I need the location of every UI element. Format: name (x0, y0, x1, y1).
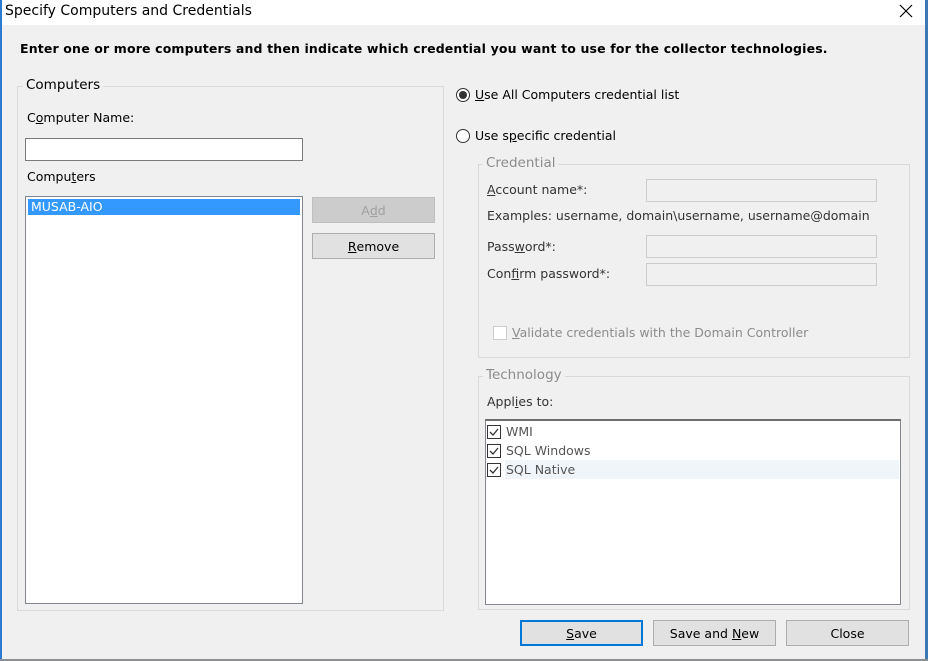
validate-credentials-label: Validate credentials with the Domain Con… (512, 325, 808, 340)
validate-credentials-checkbox[interactable]: Validate credentials with the Domain Con… (493, 325, 808, 340)
computers-list-label: Computers (27, 169, 96, 184)
label-part: Use s (475, 128, 509, 143)
add-button[interactable]: Add (312, 197, 435, 223)
credential-group-label: Credential (483, 155, 559, 171)
label-part: ave (574, 625, 597, 641)
password-label: Password*: (487, 239, 556, 254)
radio-use-specific-label: Use specific credential (475, 128, 616, 143)
window-border-left (0, 0, 2, 661)
close-button[interactable]: Close (786, 620, 909, 646)
radio-use-all-label: Use All Computers credential list (475, 87, 679, 102)
confirm-password-label: Confirm password*: (487, 266, 610, 281)
computer-list-item[interactable]: MUSAB-AIO (28, 199, 300, 215)
access-key: S (566, 625, 575, 641)
label-part: irm password*: (519, 266, 611, 281)
window-title: Specify Computers and Credentials (5, 3, 252, 19)
computer-name-label: Computer Name: (27, 110, 134, 125)
access-key: p (508, 128, 517, 143)
computers-list[interactable]: MUSAB-AIO (25, 196, 303, 604)
label-part: ers (76, 169, 96, 184)
access-key: N (731, 625, 742, 641)
password-input[interactable] (646, 235, 877, 258)
save-and-new-button[interactable]: Save and New (653, 620, 776, 646)
computer-name-input[interactable] (25, 138, 303, 161)
access-key: V (512, 325, 520, 340)
technology-item-sql-native[interactable]: SQL Native (487, 460, 899, 479)
label-part: d (377, 202, 386, 218)
label-part: ccount name*: (495, 182, 588, 197)
access-key: U (475, 87, 485, 102)
label-part: se All Computers credential list (484, 87, 680, 102)
radio-unselected-icon[interactable] (456, 128, 470, 143)
radio-selected-icon[interactable] (456, 87, 470, 102)
label-part: C (27, 110, 36, 125)
save-button[interactable]: Save (520, 620, 643, 646)
label-part: emove (356, 238, 400, 254)
label-part: Appl (487, 394, 515, 409)
account-name-label: Account name*: (487, 182, 587, 197)
technology-item-label: WMI (506, 424, 533, 439)
technology-item-label: SQL Native (506, 462, 576, 477)
technology-item-wmi[interactable]: WMI (487, 422, 899, 441)
label-part: Con (487, 266, 512, 281)
label-part: Pass (487, 239, 515, 254)
computers-group-label: Computers (23, 77, 104, 93)
access-key: f (511, 266, 520, 281)
label-part: ecific credential (516, 128, 617, 143)
label-part: Save and (669, 625, 732, 641)
technology-item-label: SQL Windows (506, 443, 591, 458)
access-key: R (347, 238, 357, 254)
instruction-text: Enter one or more computers and then ind… (20, 41, 828, 56)
label-part: Compu (27, 169, 72, 184)
label-part: ord*: (524, 239, 556, 254)
label-part: A (361, 202, 370, 218)
technology-item-sql-windows[interactable]: SQL Windows (487, 441, 899, 460)
checkbox-unchecked-icon[interactable] (493, 325, 507, 340)
account-name-input[interactable] (646, 179, 877, 202)
account-examples-text: Examples: username, domain\username, use… (487, 208, 870, 223)
radio-use-specific-credential[interactable]: Use specific credential (456, 128, 616, 143)
access-key: d (369, 202, 378, 218)
label-part: ew (741, 625, 760, 641)
label-part: alidate credentials with the Domain Cont… (519, 325, 809, 340)
applies-to-label: Applies to: (487, 394, 553, 409)
confirm-password-input[interactable] (646, 263, 877, 286)
checkbox-checked-icon[interactable] (487, 424, 501, 439)
radio-use-all-computers[interactable]: Use All Computers credential list (456, 87, 679, 102)
checkbox-checked-icon[interactable] (487, 443, 501, 458)
label-part: mputer Name: (43, 110, 135, 125)
technology-group-label: Technology (483, 367, 565, 383)
label-part: es to: (518, 394, 554, 409)
remove-button[interactable]: Remove (312, 233, 435, 259)
checkbox-checked-icon[interactable] (487, 462, 501, 477)
technology-list[interactable]: WMI SQL Windows SQL Native (485, 419, 901, 605)
close-icon[interactable] (893, 0, 918, 22)
access-key: w (514, 239, 525, 254)
